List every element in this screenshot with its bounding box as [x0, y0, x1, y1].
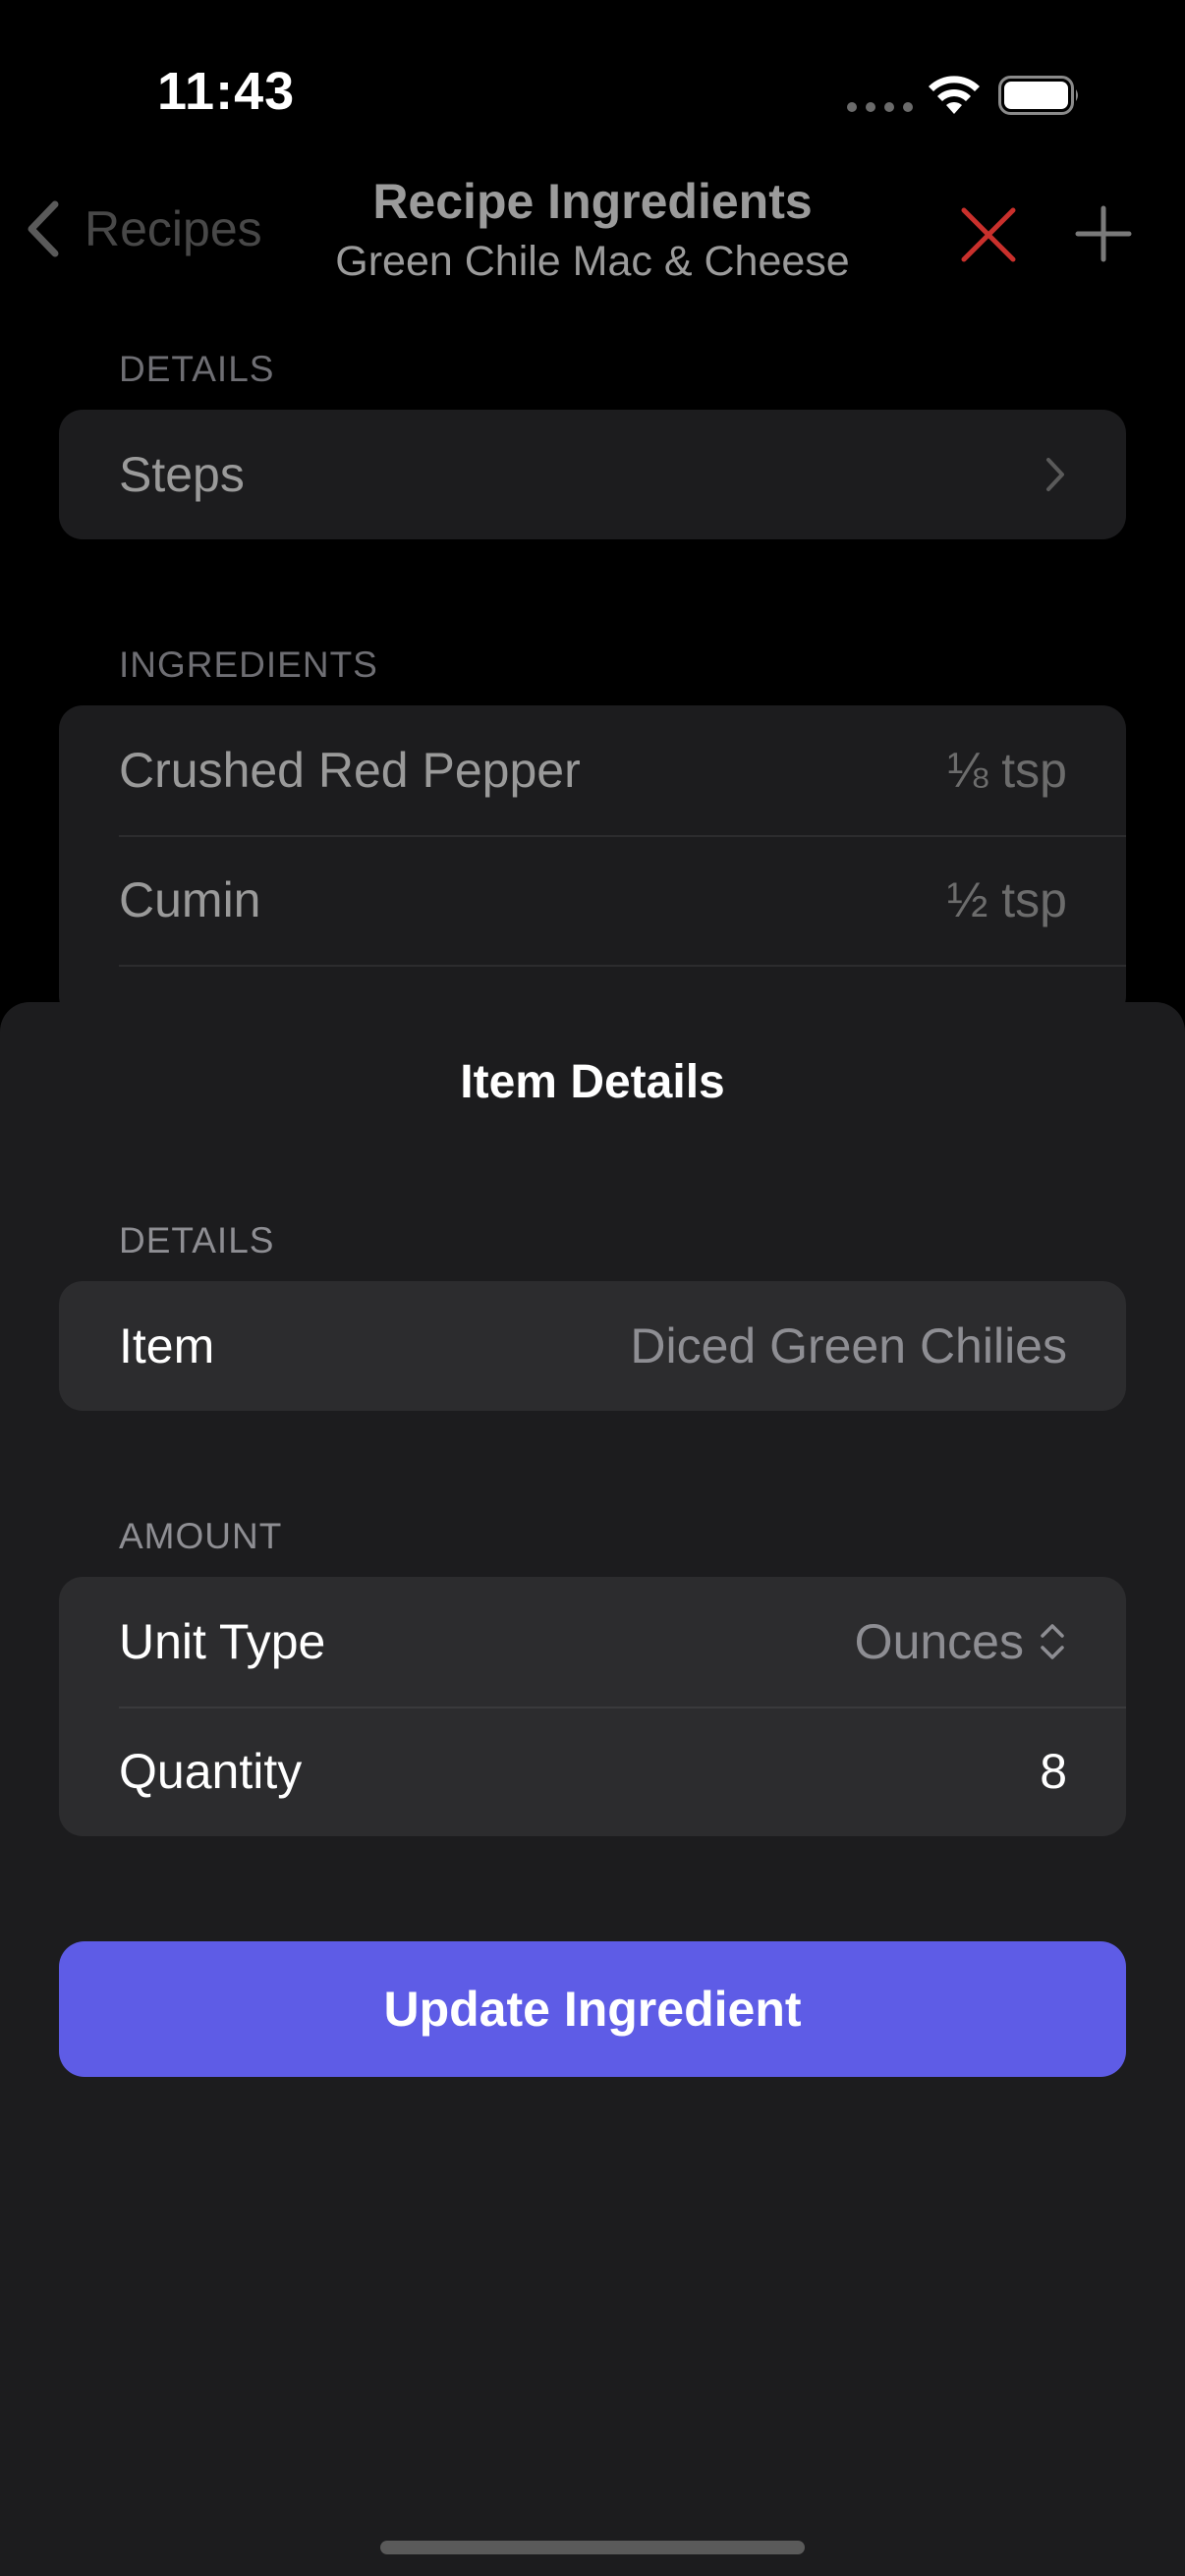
sheet-title: Item Details [460, 1056, 725, 1108]
add-icon[interactable] [1074, 204, 1133, 263]
item-details-sheet: Item Details DETAILS Item Diced Green Ch… [0, 1002, 1185, 2576]
wifi-icon [929, 76, 980, 114]
list-item[interactable]: Cumin ½ tsp [59, 835, 1126, 965]
close-icon[interactable] [958, 204, 1019, 265]
battery-icon [998, 76, 1078, 115]
screen: 11:43 Recipes Recipe Ingredients Green C… [0, 0, 1185, 2576]
item-row[interactable]: Item Diced Green Chilies [59, 1281, 1126, 1411]
status-time: 11:43 [157, 62, 296, 121]
status-bar: 11:43 [0, 0, 1185, 177]
item-label: Item [119, 1318, 215, 1373]
update-ingredient-button[interactable]: Update Ingredient [59, 1941, 1126, 2077]
steps-group: Steps [59, 410, 1126, 539]
list-item[interactable]: Crushed Red Pepper ⅛ tsp [59, 705, 1126, 835]
steps-label: Steps [119, 447, 245, 502]
steps-row[interactable]: Steps [59, 410, 1126, 539]
ingredients-group: Crushed Red Pepper ⅛ tsp Cumin ½ tsp [59, 705, 1126, 1020]
ingredient-amount: ½ tsp [946, 872, 1067, 927]
unit-type-select[interactable]: Ounces [855, 1613, 1024, 1670]
quantity-row[interactable]: Quantity 8 [59, 1707, 1126, 1836]
chevron-up-down-icon[interactable] [1038, 1621, 1067, 1662]
ingredient-amount: ⅛ tsp [946, 743, 1067, 798]
quantity-label: Quantity [119, 1744, 303, 1799]
details-section-header: DETAILS [119, 349, 275, 389]
chevron-right-icon [1046, 458, 1064, 491]
details-section-header: DETAILS [119, 1220, 275, 1260]
ingredients-section-header: INGREDIENTS [119, 644, 378, 685]
amount-group: Unit Type Ounces Quantity 8 [59, 1577, 1126, 1836]
ingredient-name: Crushed Red Pepper [119, 743, 581, 798]
item-group: Item Diced Green Chilies [59, 1281, 1126, 1411]
home-indicator[interactable] [380, 2541, 805, 2554]
navigation-bar: Recipes Recipe Ingredients Green Chile M… [0, 167, 1185, 305]
amount-section-header: AMOUNT [119, 1516, 283, 1556]
cellular-signal-icon [847, 102, 913, 112]
item-value[interactable]: Diced Green Chilies [630, 1317, 1067, 1374]
quantity-field[interactable]: 8 [1040, 1743, 1067, 1800]
unit-type-label: Unit Type [119, 1614, 326, 1669]
ingredient-name: Cumin [119, 872, 261, 927]
unit-type-row[interactable]: Unit Type Ounces [59, 1577, 1126, 1707]
